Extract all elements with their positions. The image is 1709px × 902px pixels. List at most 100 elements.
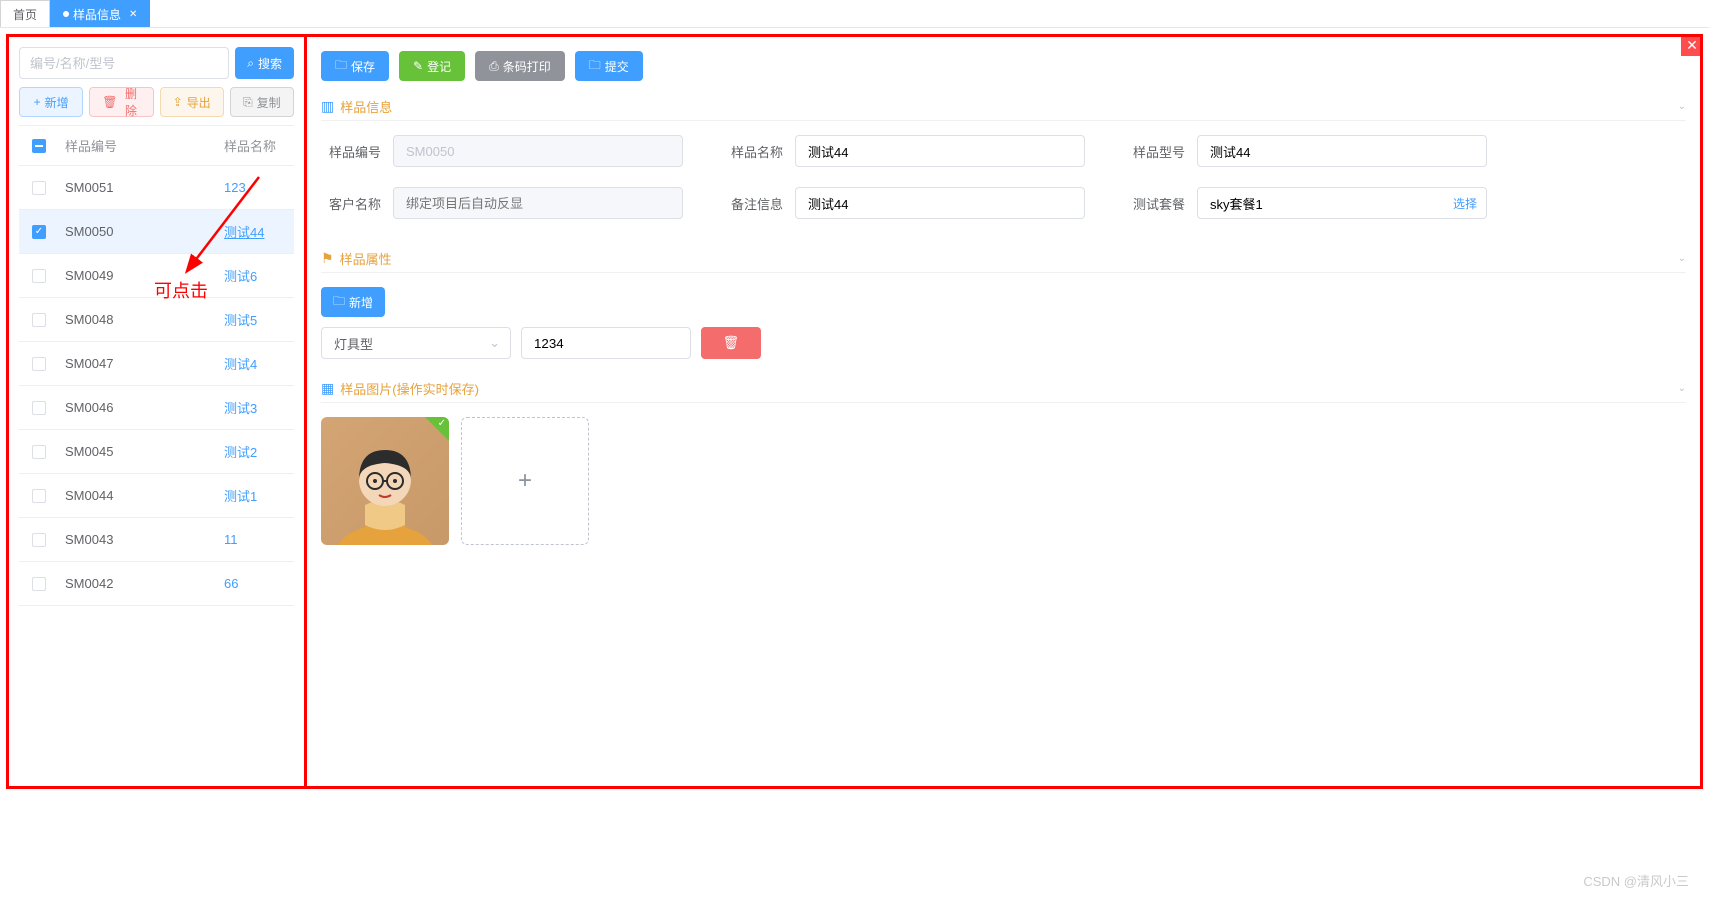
trash-icon: 🗑 bbox=[723, 335, 740, 351]
tab-home[interactable]: 首页 bbox=[0, 0, 50, 27]
table-row[interactable]: SM0048 测试5 bbox=[19, 298, 294, 342]
input-customer bbox=[393, 187, 683, 219]
trash-icon: 🗑 bbox=[102, 95, 117, 109]
table-row[interactable]: SM0045 测试2 bbox=[19, 430, 294, 474]
section-sample-img[interactable]: ▦ 样品图片(操作实时保存) ⌄ bbox=[321, 379, 1686, 403]
cell-name-link[interactable]: 66 bbox=[224, 576, 238, 591]
close-panel-button[interactable]: ✕ bbox=[1681, 37, 1700, 56]
row-checkbox[interactable] bbox=[32, 445, 46, 459]
export-button[interactable]: ⇪导出 bbox=[160, 87, 224, 117]
cell-id: SM0042 bbox=[59, 576, 224, 591]
attr-delete-button[interactable]: 🗑 bbox=[701, 327, 761, 359]
submit-button[interactable]: 🗀提交 bbox=[575, 51, 643, 81]
cell-name-link[interactable]: 测试5 bbox=[224, 313, 257, 328]
watermark: CSDN @清风小三 bbox=[1583, 871, 1689, 890]
tabs-bar: 首页 样品信息 ✕ bbox=[0, 0, 1709, 28]
row-checkbox[interactable] bbox=[32, 577, 46, 591]
add-attr-button[interactable]: 🗀新增 bbox=[321, 287, 385, 317]
cell-id: SM0049 bbox=[59, 268, 224, 283]
detail-panel: ✕ 🗀保存 ✎登记 ⎙条码打印 🗀提交 ▥ 样品信息 ⌄ 样品编号 样品名称 bbox=[307, 37, 1700, 786]
check-icon: ✓ bbox=[438, 418, 446, 429]
input-package[interactable] bbox=[1197, 187, 1487, 219]
upload-image-button[interactable]: + bbox=[461, 417, 589, 545]
add-button[interactable]: +新增 bbox=[19, 87, 83, 117]
table-row[interactable]: SM0049 测试6 bbox=[19, 254, 294, 298]
tab-active-dot-icon bbox=[63, 11, 69, 17]
avatar-icon bbox=[321, 435, 449, 545]
folder-icon: 🗀 bbox=[333, 292, 345, 313]
table-row[interactable]: SM0044 测试1 bbox=[19, 474, 294, 518]
image-icon: ▦ bbox=[321, 380, 334, 397]
attr-value-input[interactable] bbox=[521, 327, 691, 359]
header-id: 样品编号 bbox=[59, 136, 224, 155]
chevron-down-icon: ⌄ bbox=[1678, 383, 1686, 394]
input-sample-model[interactable] bbox=[1197, 135, 1487, 167]
select-all-checkbox[interactable] bbox=[32, 139, 46, 153]
cell-id: SM0046 bbox=[59, 400, 224, 415]
register-button[interactable]: ✎登记 bbox=[399, 51, 465, 81]
delete-button[interactable]: 🗑删除 bbox=[89, 87, 153, 117]
save-button[interactable]: 🗀保存 bbox=[321, 51, 389, 81]
row-checkbox[interactable] bbox=[32, 269, 46, 283]
row-checkbox[interactable]: ✓ bbox=[32, 225, 46, 239]
label-customer: 客户名称 bbox=[321, 194, 381, 213]
sample-table: 样品编号 样品名称 SM0051 123 ✓ SM0050 测试44 SM004… bbox=[19, 125, 294, 606]
table-row[interactable]: SM0043 11 bbox=[19, 518, 294, 562]
input-sample-no bbox=[393, 135, 683, 167]
sample-image[interactable]: ✓ bbox=[321, 417, 449, 545]
row-checkbox[interactable] bbox=[32, 533, 46, 547]
tab-sample-info[interactable]: 样品信息 ✕ bbox=[50, 0, 150, 27]
search-icon: ⌕ bbox=[247, 56, 254, 71]
folder-icon: 🗀 bbox=[589, 56, 601, 77]
cell-id: SM0045 bbox=[59, 444, 224, 459]
chevron-down-icon: ⌄ bbox=[1678, 101, 1686, 112]
row-checkbox[interactable] bbox=[32, 357, 46, 371]
bars-icon: ▥ bbox=[321, 98, 334, 115]
cell-name-link[interactable]: 测试3 bbox=[224, 401, 257, 416]
input-remark[interactable] bbox=[795, 187, 1085, 219]
cell-name-link[interactable]: 测试6 bbox=[224, 269, 257, 284]
cell-name-link[interactable]: 测试44 bbox=[224, 225, 264, 240]
table-row[interactable]: SM0046 测试3 bbox=[19, 386, 294, 430]
section-sample-attr[interactable]: ⚑ 样品属性 ⌄ bbox=[321, 249, 1686, 273]
cell-id: SM0051 bbox=[59, 180, 224, 195]
section-sample-info[interactable]: ▥ 样品信息 ⌄ bbox=[321, 97, 1686, 121]
folder-icon: 🗀 bbox=[335, 56, 347, 77]
close-icon[interactable]: ✕ bbox=[129, 9, 137, 20]
plus-icon: + bbox=[518, 467, 532, 495]
label-sample-model: 样品型号 bbox=[1125, 142, 1185, 161]
input-sample-name[interactable] bbox=[795, 135, 1085, 167]
export-icon: ⇪ bbox=[173, 95, 183, 109]
cell-id: SM0043 bbox=[59, 532, 224, 547]
edit-icon: ✎ bbox=[413, 59, 423, 73]
print-icon: ⎙ bbox=[489, 59, 499, 74]
copy-button[interactable]: ⎘复制 bbox=[230, 87, 294, 117]
package-select-link[interactable]: 选择 bbox=[1453, 195, 1477, 212]
table-row[interactable]: SM0042 66 bbox=[19, 562, 294, 606]
search-input[interactable] bbox=[19, 47, 229, 79]
table-row[interactable]: ✓ SM0050 测试44 bbox=[19, 210, 294, 254]
copy-icon: ⎘ bbox=[243, 95, 253, 110]
table-row[interactable]: SM0047 测试4 bbox=[19, 342, 294, 386]
cell-name-link[interactable]: 11 bbox=[224, 532, 238, 547]
cell-name-link[interactable]: 测试1 bbox=[224, 489, 257, 504]
row-checkbox[interactable] bbox=[32, 181, 46, 195]
barcode-button[interactable]: ⎙条码打印 bbox=[475, 51, 565, 81]
left-panel: ⌕ 搜索 +新增 🗑删除 ⇪导出 ⎘复制 样品编号 样品名称 SM0051 12… bbox=[9, 37, 307, 786]
cell-id: SM0047 bbox=[59, 356, 224, 371]
search-button[interactable]: ⌕ 搜索 bbox=[235, 47, 294, 79]
row-checkbox[interactable] bbox=[32, 401, 46, 415]
cell-name-link[interactable]: 123 bbox=[224, 180, 246, 195]
attr-type-select[interactable]: 灯具型 bbox=[321, 327, 511, 359]
cell-name-link[interactable]: 测试2 bbox=[224, 445, 257, 460]
cell-name-link[interactable]: 测试4 bbox=[224, 357, 257, 372]
plus-icon: + bbox=[34, 95, 41, 109]
header-name: 样品名称 bbox=[224, 136, 294, 155]
label-sample-no: 样品编号 bbox=[321, 142, 381, 161]
row-checkbox[interactable] bbox=[32, 489, 46, 503]
cell-id: SM0048 bbox=[59, 312, 224, 327]
table-row[interactable]: SM0051 123 bbox=[19, 166, 294, 210]
row-checkbox[interactable] bbox=[32, 313, 46, 327]
chevron-down-icon: ⌄ bbox=[1678, 253, 1686, 264]
tag-icon: ⚑ bbox=[321, 250, 334, 267]
